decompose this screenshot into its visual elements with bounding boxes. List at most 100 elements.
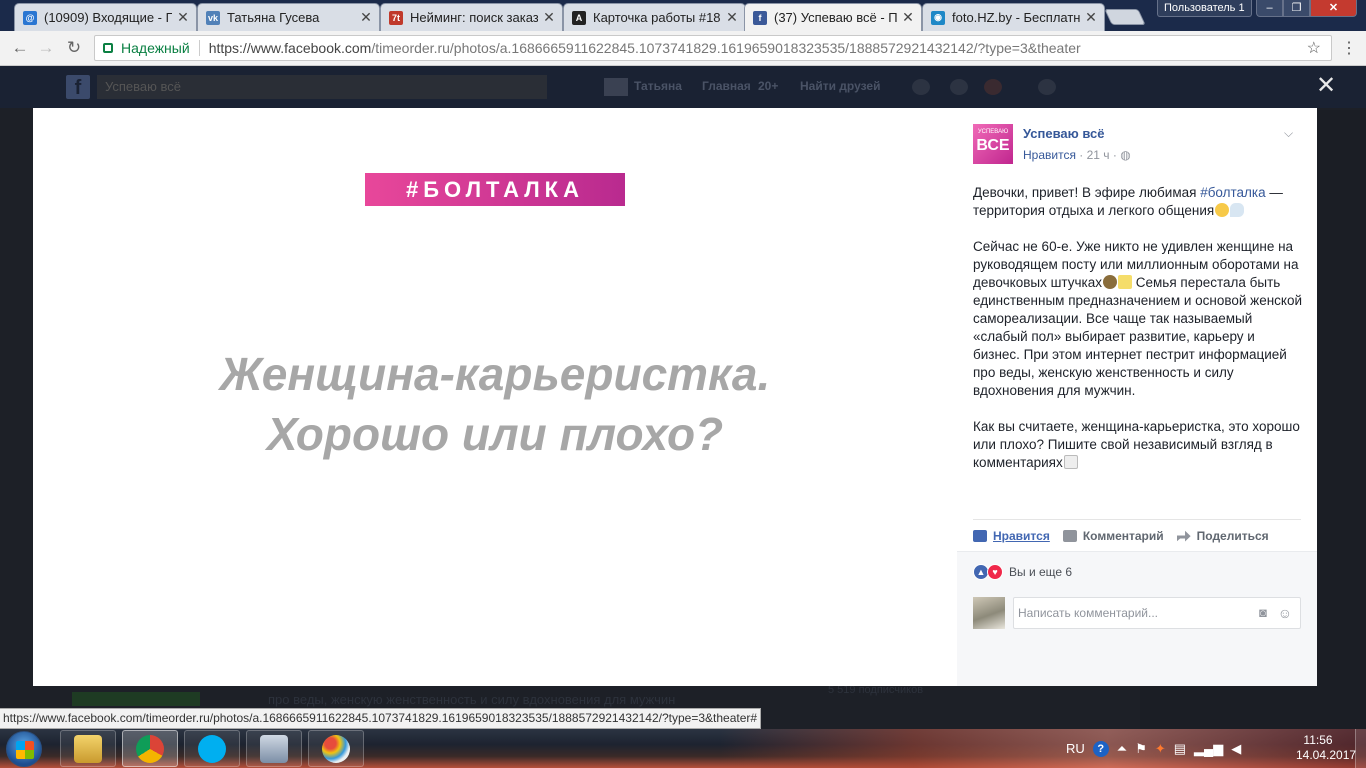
volume-muted-icon[interactable]: ◀ — [1231, 741, 1241, 757]
chrome-icon — [136, 734, 164, 763]
nav-user[interactable]: Татьяна — [634, 79, 682, 93]
messages-icon[interactable] — [950, 79, 968, 95]
mail-icon: @ — [23, 10, 37, 25]
background-button — [72, 692, 200, 706]
reactions-count[interactable]: Вы и еще 6 — [1009, 565, 1072, 579]
smile-emoji-icon — [1215, 203, 1230, 217]
close-icon[interactable]: ✕ — [359, 9, 373, 26]
thumbs-up-icon — [973, 529, 987, 542]
taskbar-explorer[interactable] — [60, 730, 116, 767]
window-close-button[interactable]: ✕ — [1310, 0, 1357, 17]
help-icon[interactable]: ? — [1092, 740, 1109, 757]
minimize-button[interactable]: ‒ — [1256, 0, 1283, 17]
chevron-up-icon[interactable]: ⏶ — [1117, 741, 1127, 757]
comment-button[interactable]: Комментарий — [1062, 529, 1164, 543]
address-bar[interactable]: Надежный https://www.facebook.com/timeor… — [94, 35, 1332, 61]
avast-icon[interactable]: ✦ — [1155, 741, 1166, 757]
comment-input[interactable]: Написать комментарий... ◙ ☺ — [1013, 597, 1301, 629]
tab-naming[interactable]: 7t Нейминг: поиск заказ ✕ — [380, 3, 563, 31]
page-avatar[interactable]: УСПЕВАЮ ВСЕ — [973, 124, 1013, 164]
windows-taskbar: RU ? ⏶ ⚑ ✦ ▤ ▂▄▆ ◀ 11:56 14.04.2017 — [0, 729, 1366, 768]
memo-emoji-icon — [1063, 455, 1078, 469]
tab-card[interactable]: A Карточка работы #18 ✕ — [563, 3, 746, 31]
browser-toolbar: ← → ↻ Надежный https://www.facebook.com/… — [0, 31, 1366, 66]
avatar[interactable] — [973, 597, 1005, 629]
photo-image[interactable]: #БОЛТАЛКА Женщина-карьеристка. Хорошо ил… — [33, 108, 957, 686]
calculator-icon — [260, 734, 288, 763]
notifications-icon[interactable] — [984, 79, 1002, 95]
facebook-logo[interactable]: f — [66, 75, 90, 99]
avatar-text: ВСЕ — [976, 137, 1010, 154]
like-button[interactable]: Нравится — [973, 529, 1050, 543]
close-icon[interactable]: ✕ — [176, 9, 190, 26]
headline-line-1: Женщина-карьеристка. — [219, 348, 771, 400]
clock-date: 14.04.2017 — [1296, 748, 1357, 762]
url-text[interactable]: https://www.facebook.com/timeorder.ru/ph… — [209, 40, 1081, 56]
vk-icon: vk — [206, 10, 220, 25]
network-signal-icon[interactable]: ▂▄▆ — [1194, 741, 1223, 757]
tab-vk[interactable]: vk Татьяна Гусева ✕ — [197, 3, 380, 31]
taskbar-skype[interactable] — [184, 730, 240, 767]
bookmark-star-icon[interactable]: ☆ — [1307, 38, 1321, 58]
tab-facebook[interactable]: f (37) Успеваю всё - Пу ✕ — [744, 3, 922, 31]
money-bag-emoji-icon — [1103, 275, 1118, 289]
close-icon[interactable]: ✕ — [725, 9, 739, 26]
background-text: про веды, женскую женственность и силу в… — [268, 692, 676, 707]
nav-count-badge: 20+ — [758, 79, 779, 93]
start-button[interactable] — [6, 731, 42, 767]
camera-icon[interactable]: ◙ — [1259, 598, 1267, 628]
headline-line-2: Хорошо или плохо? — [266, 408, 724, 460]
taskbar-calculator[interactable] — [246, 730, 302, 767]
device-icon[interactable]: ▤ — [1174, 741, 1186, 757]
hashtag-link[interactable]: #болталка — [1200, 185, 1265, 200]
photo-icon: ◉ — [931, 10, 945, 25]
taskbar-paint[interactable] — [308, 730, 364, 767]
back-arrow-icon[interactable]: ← — [8, 37, 32, 59]
tab-title: Татьяна Гусева — [227, 10, 320, 25]
system-clock[interactable]: 11:56 14.04.2017 — [1296, 733, 1357, 763]
reload-icon[interactable]: ↻ — [62, 37, 86, 59]
show-desktop-button[interactable] — [1355, 729, 1366, 768]
nav-find-friends[interactable]: Найти друзей — [800, 79, 880, 93]
language-indicator[interactable]: RU — [1066, 741, 1085, 756]
clock-time: 11:56 — [1303, 733, 1333, 747]
chevron-down-icon[interactable]: ⌵ — [1284, 126, 1293, 141]
emoji-icon[interactable]: ☺ — [1278, 598, 1292, 628]
tab-title: (10909) Входящие - П — [44, 10, 172, 25]
nav-home[interactable]: Главная — [702, 79, 751, 93]
like-page-link[interactable]: Нравится — [1023, 148, 1076, 162]
maximize-button[interactable]: ❐ — [1283, 0, 1310, 17]
close-icon[interactable]: ✕ — [1316, 74, 1336, 98]
avatar-small-text: УСПЕВАЮ — [977, 129, 1009, 135]
tab-mail[interactable]: @ (10909) Входящие - П ✕ — [14, 3, 197, 31]
tab-title: Карточка работы #18 — [593, 10, 721, 25]
sparkles-emoji-icon — [1118, 275, 1133, 289]
tab-title: Нейминг: поиск заказ — [410, 10, 538, 25]
post-time[interactable]: · 21 ч · — [1076, 148, 1120, 162]
browser-menu-icon[interactable]: ⋮ — [1340, 38, 1358, 58]
close-icon[interactable]: ✕ — [542, 9, 556, 26]
profile-button[interactable]: Пользователь 1 — [1157, 0, 1252, 17]
post-paragraph: Девочки, привет! В эфире любимая #болтал… — [973, 184, 1305, 220]
post-paragraph: Сейчас не 60-е. Уже никто не удивлен жен… — [973, 238, 1305, 400]
taskbar-chrome[interactable] — [122, 730, 178, 767]
close-icon[interactable]: ✕ — [1084, 9, 1098, 26]
url-domain: https://www.facebook.com — [208, 40, 372, 56]
share-button[interactable]: Поделиться — [1176, 529, 1269, 543]
new-tab-button[interactable] — [1104, 9, 1146, 25]
facebook-search-input[interactable]: Успеваю всё — [97, 75, 547, 99]
reaction-icons[interactable]: ▲ ♥ — [973, 564, 1003, 580]
facebook-icon: f — [753, 10, 767, 25]
avatar[interactable] — [604, 78, 628, 96]
friend-requests-icon[interactable] — [912, 79, 930, 95]
tab-foto[interactable]: ◉ foto.HZ.by - Бесплатн ✕ — [922, 3, 1105, 31]
comment-icon — [1062, 529, 1077, 542]
close-icon[interactable]: ✕ — [901, 9, 915, 26]
photo-lightbox: #БОЛТАЛКА Женщина-карьеристка. Хорошо ил… — [33, 108, 1317, 686]
forward-arrow-icon[interactable]: → — [34, 37, 58, 59]
action-center-flag-icon[interactable]: ⚑ — [1135, 741, 1147, 757]
help-icon[interactable] — [1038, 79, 1056, 95]
post-actions: Нравится Комментарий Поделиться — [973, 519, 1301, 551]
page-name-link[interactable]: Успеваю всё — [1023, 126, 1104, 141]
divider — [198, 40, 200, 56]
